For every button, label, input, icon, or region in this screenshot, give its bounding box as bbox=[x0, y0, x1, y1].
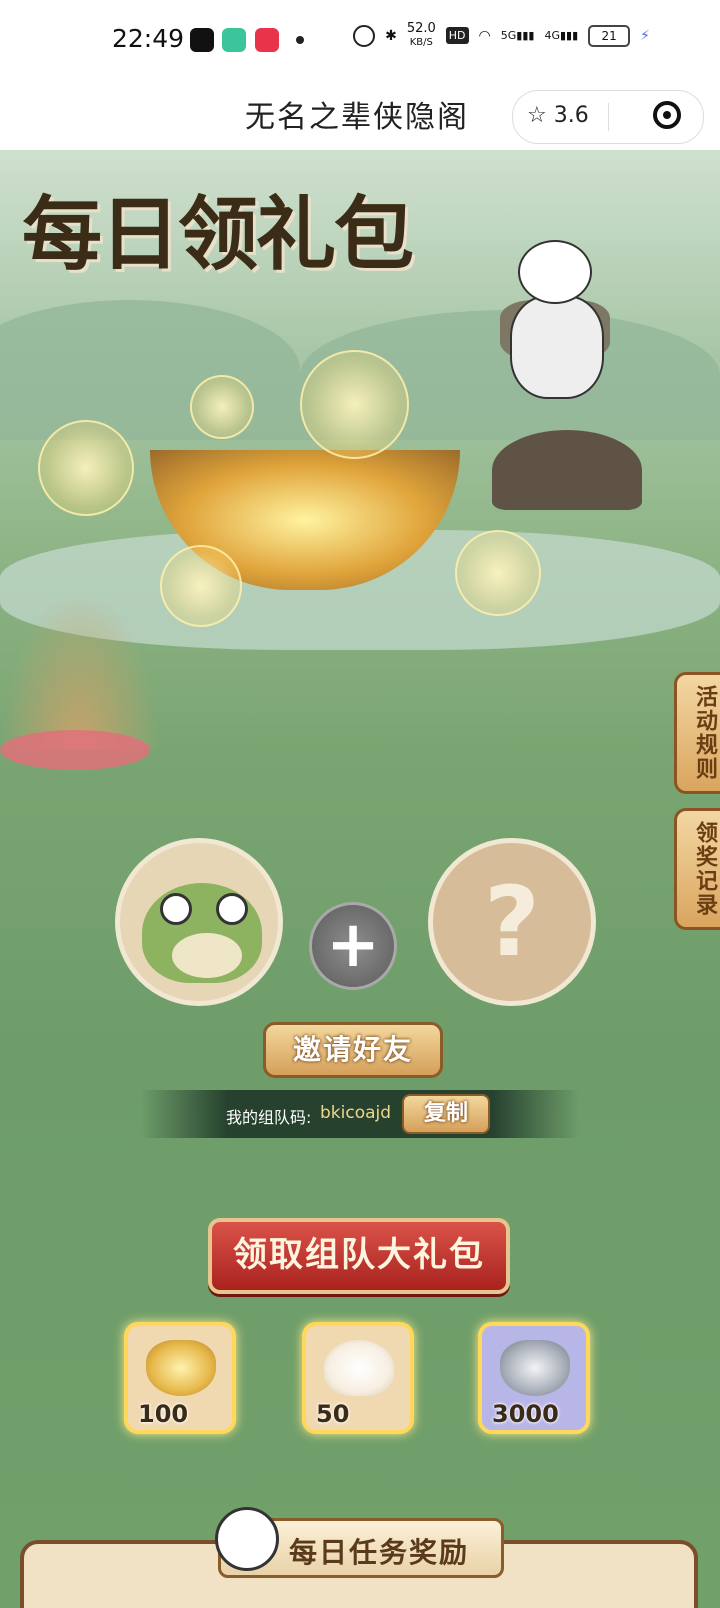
frog-eye-left bbox=[160, 893, 192, 925]
reward-item: 100 bbox=[124, 1322, 236, 1434]
my-avatar bbox=[115, 838, 283, 1006]
rating-value: 3.6 bbox=[553, 103, 589, 128]
battery-icon: 21 bbox=[588, 24, 631, 47]
panda-fisher-icon bbox=[500, 240, 620, 410]
teammate-slot[interactable]: ? bbox=[428, 838, 596, 1006]
hd-icon: HD bbox=[445, 27, 469, 44]
claim-team-gift-button[interactable]: 领取组队大礼包 bbox=[208, 1218, 510, 1294]
gold-ingot-icon bbox=[146, 1340, 216, 1396]
panda-head bbox=[518, 240, 592, 304]
invite-friend-button[interactable]: 邀请好友 bbox=[263, 1022, 443, 1078]
activity-rules-button[interactable]: 活动规则 bbox=[674, 672, 720, 794]
reward-item: 50 bbox=[302, 1322, 414, 1434]
prayer-beads-icon bbox=[38, 420, 134, 516]
bluetooth-icon: ✱ bbox=[385, 27, 397, 44]
daily-task-title: 每日任务奖励 bbox=[289, 1536, 470, 1569]
reward-records-button[interactable]: 领奖记录 bbox=[674, 808, 720, 930]
tiktok-icon bbox=[190, 28, 214, 52]
xiaohongshu-icon bbox=[255, 28, 279, 52]
team-code-bar: 我的组队码: bkicoajd 复制 bbox=[140, 1090, 580, 1138]
dot-icon bbox=[296, 36, 304, 44]
reeds bbox=[0, 590, 160, 750]
mini-program-capsule: ☆ 3.6 bbox=[512, 90, 704, 144]
frog-avatar-icon bbox=[142, 883, 262, 983]
reward-amount: 3000 bbox=[492, 1400, 559, 1428]
banner-headline: 每日领礼包 bbox=[22, 187, 414, 281]
mountain-left bbox=[0, 300, 300, 440]
reward-item: 3000 bbox=[478, 1322, 590, 1434]
rating-button[interactable]: ☆ 3.6 bbox=[527, 103, 589, 128]
sword-orb-icon bbox=[455, 530, 541, 616]
turtle-rock-icon bbox=[492, 430, 642, 510]
signal-5g-icon: 5G▮▮▮ bbox=[500, 29, 535, 42]
gold-ingot-orb-icon bbox=[160, 545, 242, 627]
frog-belly bbox=[172, 933, 242, 978]
panda-body bbox=[510, 295, 604, 399]
steamed-bun-orb-icon bbox=[190, 375, 254, 439]
reward-amount: 50 bbox=[316, 1400, 350, 1428]
copy-button[interactable]: 复制 bbox=[402, 1094, 490, 1134]
pink-flowers bbox=[0, 730, 150, 770]
title-bar: 无名之辈侠隐阁 ☆ 3.6 bbox=[0, 80, 720, 150]
silver-ingot-icon bbox=[500, 1340, 570, 1396]
frog-eye-right bbox=[216, 893, 248, 925]
daily-task-banner: 每日任务奖励 bbox=[215, 1507, 504, 1578]
charging-icon: ⚡ bbox=[640, 27, 650, 44]
steamed-bun-icon bbox=[324, 1340, 394, 1396]
status-time: 22:49 bbox=[112, 24, 185, 53]
star-icon: ☆ bbox=[527, 103, 547, 128]
net-speed: 52.0 KB/S bbox=[406, 21, 436, 48]
amulet-icon bbox=[300, 350, 409, 459]
team-code-value: bkicoajd bbox=[320, 1103, 392, 1123]
reward-amount: 100 bbox=[138, 1400, 189, 1428]
status-bar: 22:49 ✱ 52.0 KB/S HD ◠ 5G▮▮▮ 4G▮▮▮ 21 ⚡ bbox=[0, 0, 720, 80]
activity-scene: 每日领礼包 活动规则 领奖记录 + ? 邀请好友 我的组队码: bkicoajd… bbox=[0, 150, 720, 1608]
app-title: 无名之辈侠隐阁 bbox=[245, 100, 469, 135]
capsule-divider bbox=[608, 103, 609, 131]
panda-avatar-icon bbox=[215, 1507, 279, 1571]
team-code-label: 我的组队码: bbox=[226, 1108, 312, 1127]
wifi-icon: ◠ bbox=[478, 27, 491, 44]
alarm-icon bbox=[353, 24, 376, 47]
signal-4g-icon: 4G▮▮▮ bbox=[544, 29, 579, 42]
close-target-icon[interactable] bbox=[653, 101, 681, 129]
money-app-icon bbox=[222, 28, 246, 52]
plus-icon: + bbox=[309, 902, 397, 990]
question-mark-icon: ? bbox=[484, 866, 540, 978]
